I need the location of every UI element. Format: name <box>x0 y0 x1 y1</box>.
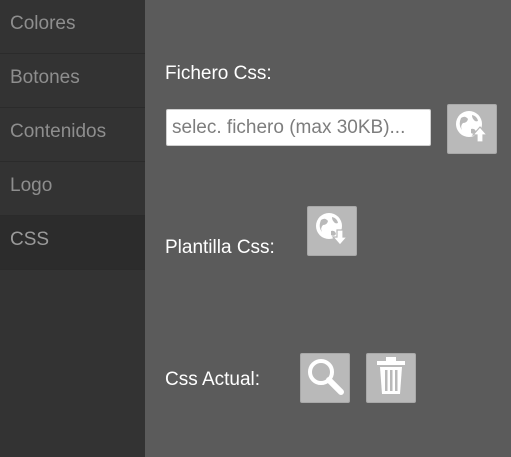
file-css-label: Fichero Css: <box>165 63 272 84</box>
globe-upload-icon <box>452 107 492 152</box>
sidebar-item-botones[interactable]: Botones <box>0 54 145 108</box>
download-template-button[interactable] <box>307 206 357 256</box>
css-settings-panel: Fichero Css: Plantilla Css: Css Actual <box>145 0 511 457</box>
sidebar-item-logo[interactable]: Logo <box>0 162 145 216</box>
sidebar-item-css[interactable]: CSS <box>0 216 145 270</box>
sidebar-item-label: CSS <box>10 229 50 250</box>
trash-icon <box>373 354 409 403</box>
template-css-label: Plantilla Css: <box>165 237 275 258</box>
current-css-label: Css Actual: <box>165 369 261 390</box>
css-file-input[interactable] <box>166 109 431 146</box>
delete-css-button[interactable] <box>366 353 416 403</box>
view-css-button[interactable] <box>300 353 350 403</box>
search-icon <box>303 354 347 403</box>
sidebar-item-label: Contenidos <box>10 121 107 142</box>
sidebar-item-label: Logo <box>10 175 53 196</box>
sidebar-item-colores[interactable]: Colores <box>0 0 145 54</box>
upload-css-button[interactable] <box>447 104 497 154</box>
sidebar-item-contenidos[interactable]: Contenidos <box>0 108 145 162</box>
sidebar-item-label: Botones <box>10 67 80 88</box>
sidebar-item-label: Colores <box>10 13 76 34</box>
sidebar: Colores Botones Contenidos Logo CSS <box>0 0 145 457</box>
globe-download-icon <box>312 209 352 254</box>
